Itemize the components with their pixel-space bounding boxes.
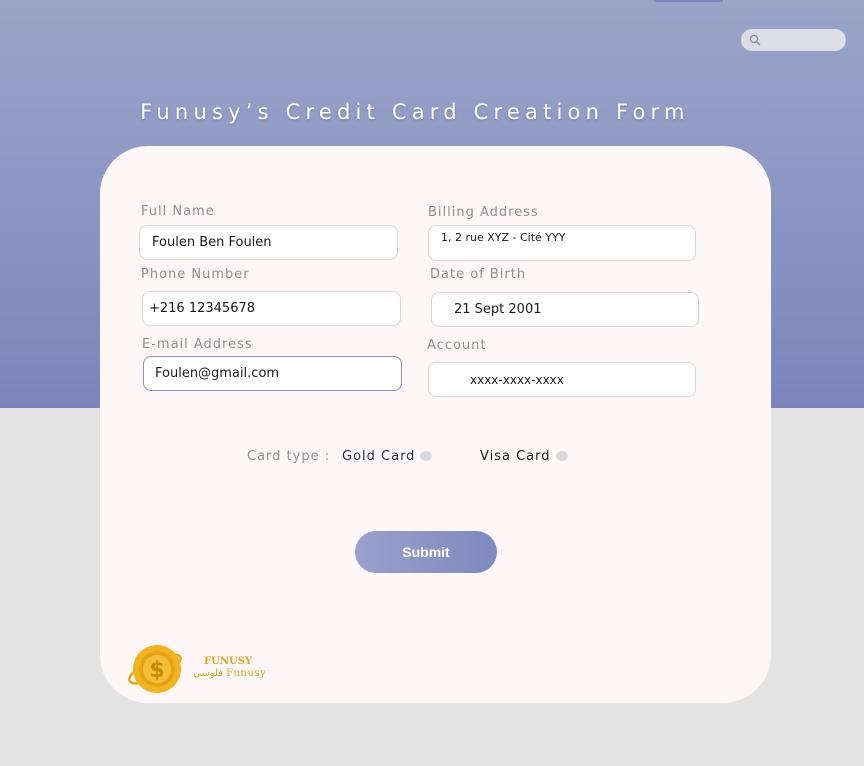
account-value: xxxx-xxxx-xxxx — [470, 372, 564, 387]
search-bar[interactable] — [741, 29, 846, 51]
email-label: E-mail Address — [142, 337, 253, 352]
top-tab-indicator — [654, 0, 723, 2]
email-field[interactable]: Foulen@gmail.com — [143, 356, 402, 391]
svg-text:$: $ — [149, 658, 164, 683]
visa-card-radio[interactable] — [556, 451, 568, 461]
phone-number-label: Phone Number — [141, 267, 250, 282]
account-field[interactable]: xxxx-xxxx-xxxx — [428, 362, 696, 397]
billing-address-label: Billing Address — [428, 205, 539, 220]
brand-name: FUNUSY — [204, 656, 253, 667]
visa-card-option-label[interactable]: Visa Card — [480, 449, 551, 464]
page-title: Funusy’s Credit Card Creation Form — [140, 100, 690, 124]
search-icon — [749, 34, 761, 46]
date-of-birth-label: Date of Birth — [430, 267, 527, 282]
date-of-birth-value: 21 Sept 2001 — [454, 302, 542, 317]
full-name-label: Full Name — [141, 204, 215, 219]
submit-button[interactable]: Submit — [355, 531, 497, 573]
account-label: Account — [427, 338, 487, 353]
date-of-birth-field[interactable]: 21 Sept 2001 — [431, 292, 699, 327]
gold-card-option-label[interactable]: Gold Card — [342, 449, 415, 464]
full-name-value: Foulen Ben Foulen — [152, 235, 272, 250]
brand-tagline: فلوسي Funusy — [193, 668, 267, 679]
email-value: Foulen@gmail.com — [155, 366, 280, 381]
card-type-label: Card type : — [247, 449, 331, 464]
phone-number-field[interactable]: +216 12345678 — [142, 291, 401, 326]
full-name-field[interactable]: Foulen Ben Foulen — [139, 225, 398, 260]
billing-address-value: 1, 2 rue XYZ - Cité YYY — [441, 231, 566, 244]
gold-card-radio[interactable] — [420, 451, 432, 461]
billing-address-field[interactable]: 1, 2 rue XYZ - Cité YYY — [428, 225, 696, 261]
phone-number-value: +216 12345678 — [149, 301, 256, 316]
